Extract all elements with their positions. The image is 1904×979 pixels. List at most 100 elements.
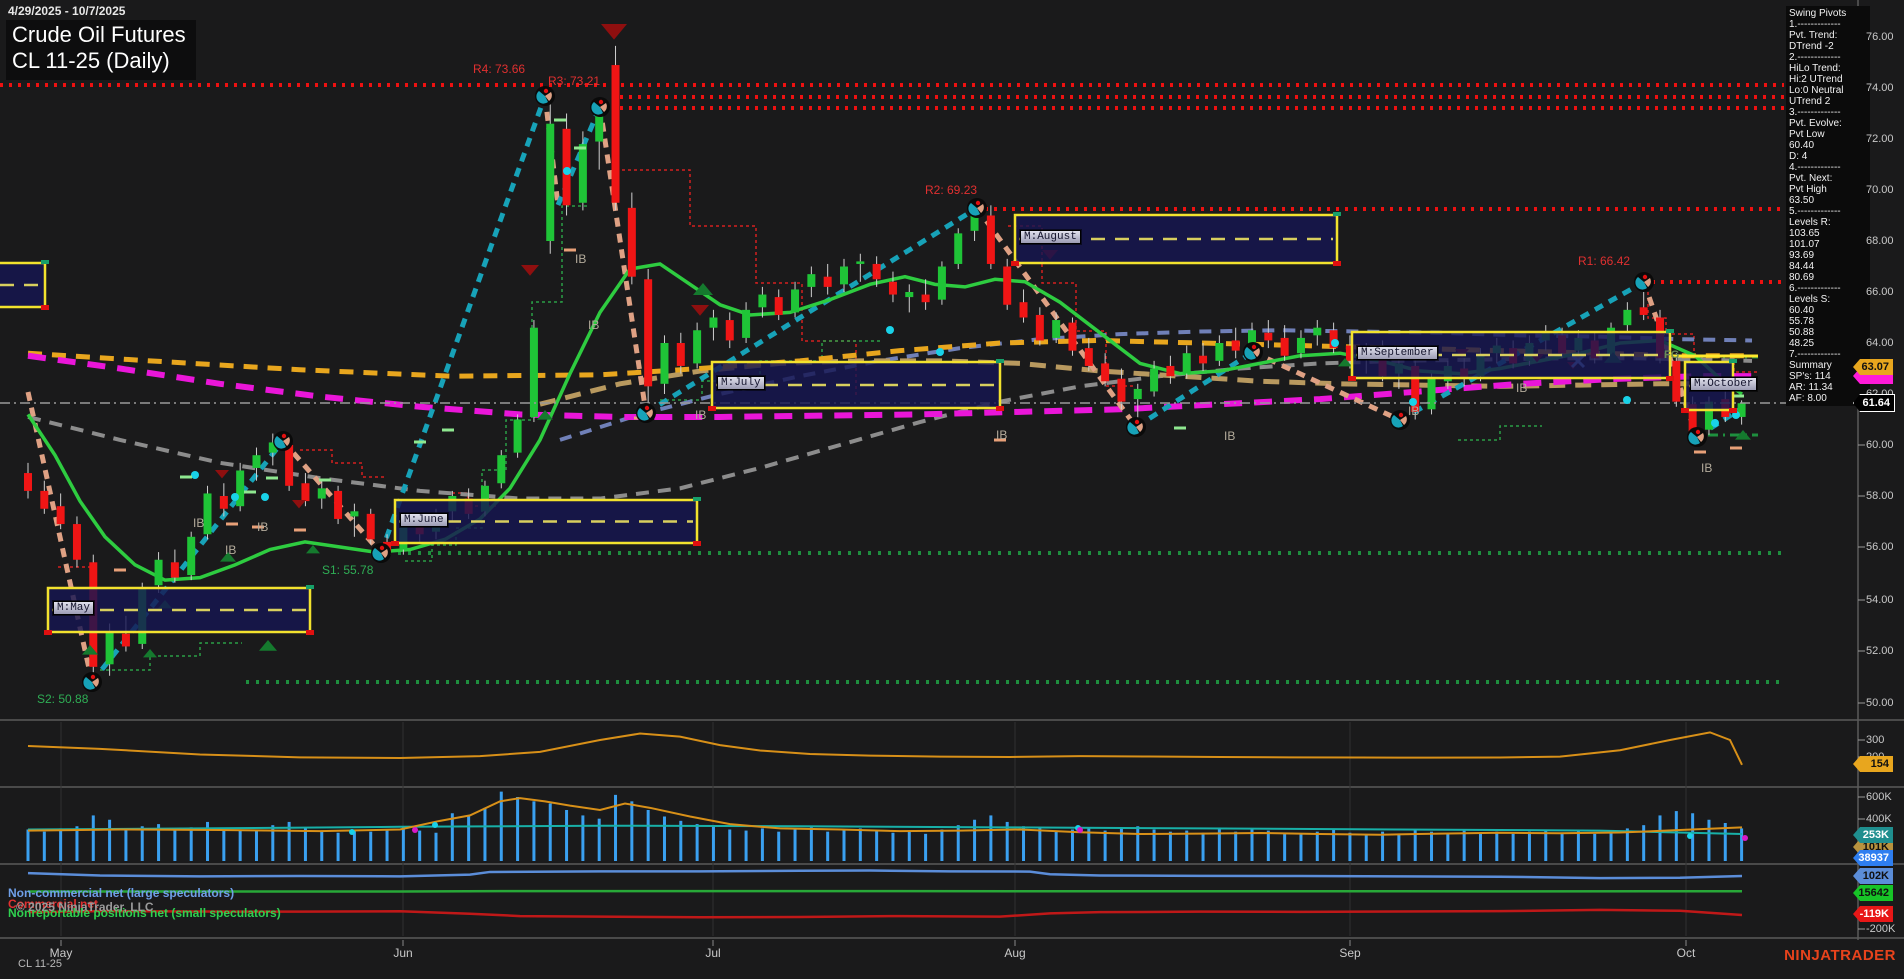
zone-corner-tick — [1681, 408, 1689, 413]
zone-corner-tick — [693, 541, 701, 546]
cot-legend-line: Nonreportable positions net (small specu… — [8, 906, 281, 920]
candle-body — [40, 490, 49, 509]
panel1-axis-label: 300 — [1866, 734, 1885, 746]
zone-corner-tick — [996, 406, 1004, 411]
candle-body — [807, 274, 816, 287]
zone-corner-tick — [306, 585, 314, 589]
zone-corner-tick — [1729, 359, 1737, 363]
candle-body — [856, 261, 865, 264]
candle-body — [56, 506, 65, 525]
candle-body — [1623, 309, 1632, 326]
down-arrow-icon — [691, 305, 709, 316]
ib-label: IB — [257, 520, 269, 534]
pivot-pie-red — [975, 200, 981, 206]
salmon-swing-line — [281, 439, 383, 555]
candle-body — [219, 496, 228, 509]
candle-body — [1133, 388, 1142, 400]
candle-body — [1280, 337, 1289, 356]
zone-corner-tick — [1729, 408, 1737, 413]
candle-body — [725, 320, 734, 341]
candle-body — [334, 490, 343, 519]
zone-corner-tick — [1666, 329, 1674, 333]
instrument-name: Crude Oil Futures — [12, 22, 186, 47]
volume-dot-icon — [432, 822, 438, 828]
candle-body — [742, 309, 751, 338]
price-axis-label: 52.00 — [1866, 645, 1894, 657]
cyan-dot-icon — [231, 493, 239, 501]
candle-body — [1215, 343, 1224, 361]
chart-canvas[interactable] — [0, 0, 1904, 979]
candle-body — [921, 294, 930, 303]
candle-body — [1068, 322, 1077, 351]
ib-label: IB — [225, 543, 237, 557]
price-axis-label: 72.00 — [1866, 133, 1894, 145]
zone-corner-tick — [1333, 261, 1341, 266]
volume-dot-icon — [412, 827, 418, 833]
candle-body — [203, 493, 212, 535]
zone-corner-tick — [44, 630, 52, 635]
salmon-swing-line — [597, 106, 649, 414]
green-stop-stair — [1458, 425, 1542, 441]
ib-label: IB — [996, 428, 1008, 442]
candle-body — [774, 297, 783, 315]
candle-body — [317, 488, 326, 499]
candle-body — [252, 455, 261, 468]
candle-body — [660, 343, 669, 384]
down-arrow-icon — [215, 470, 229, 479]
pivot-pie-red — [90, 674, 96, 680]
panel3-marker-tag: -119K — [1853, 906, 1893, 922]
salmon-swing-line — [25, 391, 95, 683]
pivot-pie-red — [543, 88, 549, 94]
month-zone-label: M:October — [1690, 377, 1758, 391]
panel2-axis-label: 600K — [1866, 791, 1892, 803]
zone-corner-tick — [1333, 212, 1341, 216]
candle-body — [709, 317, 718, 328]
candle-body — [1264, 332, 1273, 341]
zone-corner-tick — [996, 359, 1004, 363]
pivot-pie-red — [1134, 419, 1140, 425]
candle-body — [1101, 363, 1110, 382]
candle-body — [301, 483, 310, 502]
candle-body — [758, 294, 767, 308]
pivot-pie-red — [644, 405, 650, 411]
time-axis-label: Oct — [1676, 946, 1696, 960]
green-ma-line — [26, 262, 1743, 582]
candle-body — [285, 445, 294, 486]
candle-body — [121, 633, 130, 647]
teal-swing-line — [378, 95, 548, 554]
ib-label: IB — [1516, 381, 1528, 395]
candle-body — [105, 631, 114, 665]
month-zone-label: M:May — [53, 601, 95, 615]
level-label: R2: 69.23 — [925, 183, 978, 197]
candle-body — [1035, 314, 1044, 341]
zone-corner-tick — [1348, 376, 1356, 381]
candle-body — [905, 292, 914, 298]
price-axis-label: 66.00 — [1866, 286, 1894, 298]
zone-corner-tick — [306, 630, 314, 635]
candle-body — [1019, 302, 1028, 318]
candle-body — [170, 562, 179, 578]
candle-body — [644, 279, 653, 387]
cyan-dot-icon — [886, 326, 894, 334]
level-label: S1: 55.78 — [322, 563, 374, 577]
level-label: R1: 66.42 — [1578, 254, 1631, 268]
pivot-pie-red — [1251, 344, 1257, 350]
ib-label: IB — [193, 516, 205, 530]
panel2-axis-label: 400K — [1866, 813, 1892, 825]
zone-corner-tick — [1011, 261, 1019, 266]
month-zone-label: M:June — [400, 512, 448, 527]
time-axis-label: May — [49, 946, 73, 960]
candle-body — [937, 266, 946, 300]
candle-body — [1313, 327, 1322, 336]
zone-corner-tick — [693, 497, 701, 501]
up-arrow-icon — [259, 640, 277, 651]
candle-body — [1199, 355, 1208, 364]
zone-corner-tick — [1666, 376, 1674, 381]
cyan-dot-icon — [191, 471, 199, 479]
zone-corner-tick — [708, 406, 716, 411]
candle-body — [1427, 378, 1436, 410]
ib-label: IB — [695, 408, 707, 422]
cyan-dot-icon — [1711, 419, 1719, 427]
price-axis-label: 70.00 — [1866, 184, 1894, 196]
price-axis-label: 60.00 — [1866, 439, 1894, 451]
